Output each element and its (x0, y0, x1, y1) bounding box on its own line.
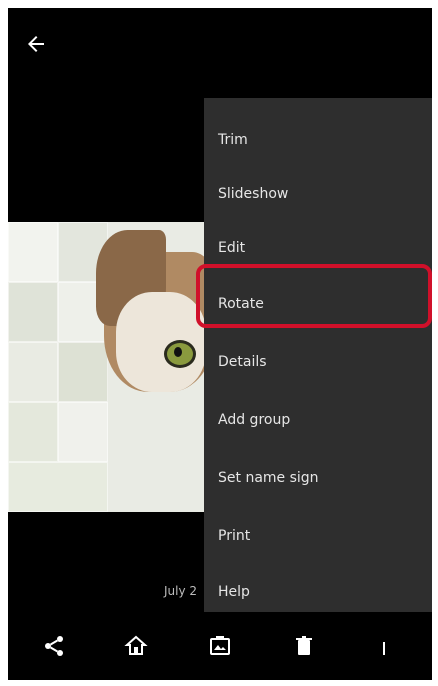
cat-face (116, 292, 204, 392)
photo-tile (8, 462, 108, 512)
share-icon[interactable] (34, 628, 74, 664)
overflow-menu: Trim Slideshow Edit Rotate Details Add g… (204, 98, 432, 618)
back-arrow-icon[interactable] (24, 32, 52, 60)
photo-tile (8, 222, 58, 282)
photo-tile (58, 342, 108, 402)
menu-item-print[interactable]: Print (218, 516, 250, 556)
photo-tile (58, 402, 108, 462)
photo-tile (8, 282, 58, 342)
menu-item-details[interactable]: Details (218, 342, 267, 382)
photo-tile (8, 402, 58, 462)
bottom-bar (8, 612, 432, 680)
menu-item-help[interactable]: Help (218, 572, 250, 612)
home-icon[interactable] (116, 628, 156, 664)
menu-item-add-group[interactable]: Add group (218, 400, 290, 440)
menu-item-set-name-sign[interactable]: Set name sign (218, 458, 319, 498)
more-icon[interactable] (364, 628, 404, 664)
photo-preview[interactable] (8, 222, 204, 512)
screen: July 2 Trim Slideshow Edit Rotate Detail… (8, 8, 432, 680)
highlight-frame (196, 264, 432, 328)
menu-item-trim[interactable]: Trim (218, 120, 248, 160)
album-icon[interactable] (200, 628, 240, 664)
delete-icon[interactable] (284, 628, 324, 664)
menu-item-edit[interactable]: Edit (218, 228, 245, 268)
photo-tile (8, 342, 58, 402)
menu-item-slideshow[interactable]: Slideshow (218, 174, 288, 214)
cat-pupil (174, 347, 182, 357)
